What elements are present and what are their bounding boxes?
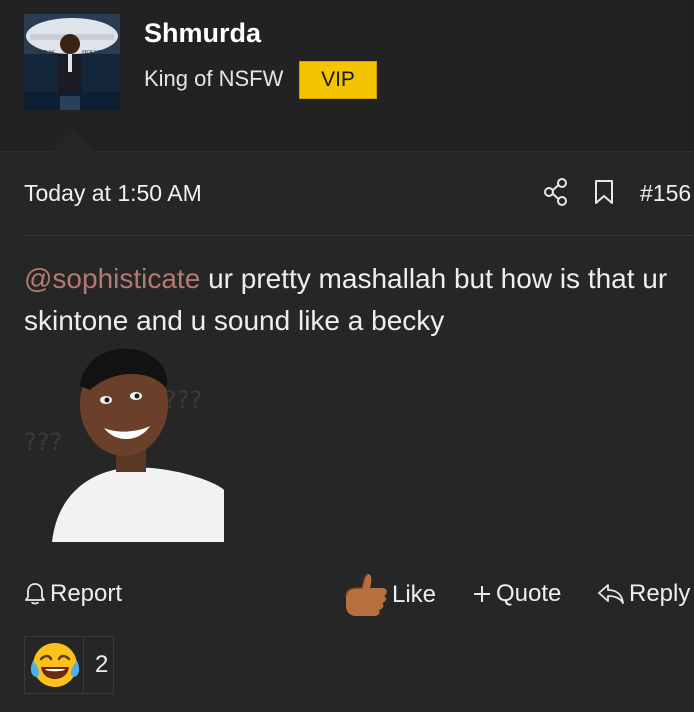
user-mention[interactable]: @sophisticate [24, 263, 200, 294]
reply-label: Reply [629, 580, 691, 607]
reaction-summary[interactable]: 2 [24, 636, 114, 694]
reply-button[interactable]: Reply [597, 580, 690, 608]
avatar[interactable]: THE W HOUSE [24, 14, 120, 110]
quote-button[interactable]: Quote [472, 580, 561, 608]
post-date[interactable]: Today at 1:50 AM [24, 180, 202, 207]
laughing-crying-emoji-icon [30, 643, 80, 687]
report-button[interactable]: Report [24, 580, 122, 608]
post-number[interactable]: #156 [640, 180, 691, 207]
reply-arrow-icon [598, 584, 624, 604]
reaction-divider [83, 637, 84, 693]
thumbs-up-icon [345, 573, 387, 616]
like-label: Like [392, 581, 437, 608]
bookmark-icon[interactable] [593, 179, 615, 205]
svg-text:THE W: THE W [36, 50, 55, 56]
username[interactable]: Shmurda [144, 18, 261, 49]
svg-text:HOUSE: HOUSE [82, 50, 102, 56]
user-title: King of NSFW [144, 66, 284, 91]
post-message: @sophisticate ur pretty mashallah but ho… [24, 258, 694, 342]
bell-icon [25, 583, 45, 605]
avatar-image: THE W HOUSE [24, 14, 120, 110]
meme-text-left: ??? [24, 428, 62, 456]
share-icon[interactable] [543, 178, 569, 206]
meme-image[interactable]: ??? ??? [24, 340, 224, 542]
like-button[interactable]: Like [342, 570, 436, 620]
post-divider [24, 235, 694, 236]
post-arrow [52, 130, 96, 152]
quote-label: Quote [496, 580, 562, 607]
reaction-count: 2 [95, 651, 109, 678]
report-label: Report [50, 580, 123, 607]
meme-text-right: ??? [164, 386, 202, 414]
plus-icon [474, 586, 490, 602]
vip-badge: VIP [299, 61, 377, 99]
